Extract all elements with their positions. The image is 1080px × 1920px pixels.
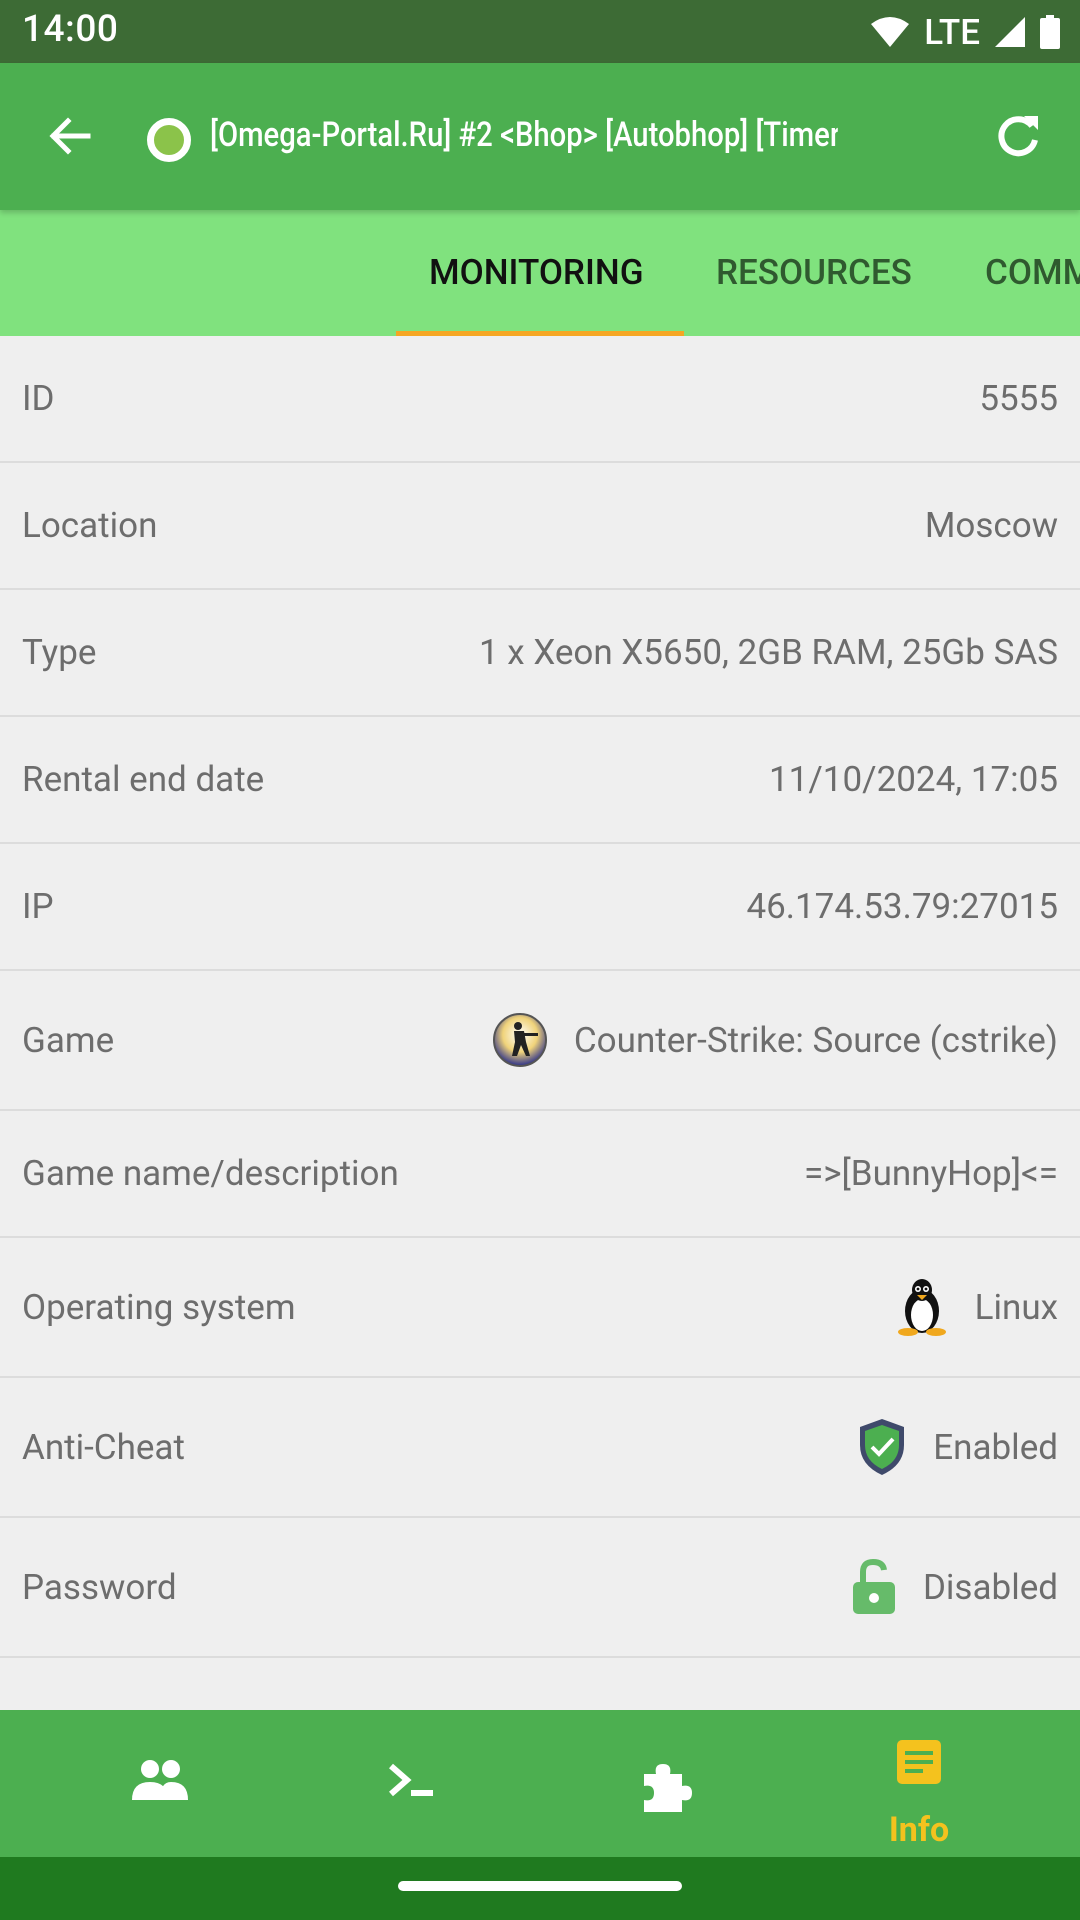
unlocked-padlock-icon xyxy=(851,1558,897,1616)
row-value: Enabled xyxy=(933,1426,1058,1468)
row-value: 1 x Xeon X5650, 2GB RAM, 25Gb SAS xyxy=(478,632,1058,673)
row-label: Location xyxy=(22,505,158,546)
tab-resources[interactable]: RESOURCES xyxy=(716,210,912,336)
info-row-operating-system: Operating system Linux xyxy=(0,1238,1080,1378)
nav-info-label: Info xyxy=(888,1810,950,1850)
nav-plugins[interactable] xyxy=(532,1710,802,1857)
back-button[interactable] xyxy=(40,106,100,166)
plugins-puzzle-icon xyxy=(638,1758,696,1820)
row-label: ID xyxy=(22,378,55,419)
row-label: Anti-Cheat xyxy=(22,1426,185,1468)
app-bar: [Omega-Portal.Ru] #2 <Bhop> [Autobhop] [… xyxy=(0,63,1080,210)
tab-bar: MONITORING RESOURCES COMMANDS xyxy=(0,210,1080,336)
row-value: Linux xyxy=(974,1286,1058,1328)
system-gesture-bar xyxy=(0,1857,1080,1920)
info-row-password: Password Disabled xyxy=(0,1518,1080,1658)
nav-console[interactable] xyxy=(278,1710,548,1857)
row-value: 11/10/2024, 17:05 xyxy=(769,759,1058,800)
row-value: =>[BunnyHop]<= xyxy=(804,1153,1058,1194)
shield-check-icon xyxy=(857,1417,907,1477)
row-value: 46.174.53.79:27015 xyxy=(746,886,1058,927)
console-icon xyxy=(385,1758,441,1806)
row-label: Operating system xyxy=(22,1286,296,1328)
row-label: Password xyxy=(22,1566,177,1608)
refresh-button[interactable] xyxy=(988,106,1048,166)
home-gesture-handle[interactable] xyxy=(398,1881,682,1891)
info-row-game-description: Game name/description =>[BunnyHop]<= xyxy=(0,1111,1080,1238)
server-online-indicator xyxy=(147,118,191,162)
row-label: Type xyxy=(22,632,97,673)
wifi-icon xyxy=(871,17,910,47)
tab-monitoring[interactable]: MONITORING xyxy=(429,210,644,336)
counter-strike-icon xyxy=(492,1012,548,1068)
row-label: IP xyxy=(22,886,54,927)
nav-info[interactable]: Info xyxy=(784,1710,1054,1857)
row-label: Game name/description xyxy=(22,1153,399,1194)
status-bar: 14:00 LTE xyxy=(0,0,1080,63)
refresh-icon xyxy=(998,116,1038,157)
info-row-anti-cheat: Anti-Cheat Enabled xyxy=(0,1378,1080,1518)
row-value: Counter-Strike: Source (cstrike) xyxy=(573,1019,1058,1061)
players-icon xyxy=(130,1758,190,1806)
info-row-ip: IP 46.174.53.79:27015 xyxy=(0,844,1080,971)
info-row-game: Game Counter-Strike: Source (cstrike) xyxy=(0,971,1080,1111)
info-row-rental-end-date: Rental end date 11/10/2024, 17:05 xyxy=(0,717,1080,844)
info-document-icon xyxy=(895,1738,943,1790)
network-type: LTE xyxy=(924,11,980,53)
linux-tux-icon xyxy=(895,1277,949,1337)
status-time: 14:00 xyxy=(22,8,119,51)
server-info-list: ID 5555 Location Moscow Type 1 x Xeon X5… xyxy=(0,336,1080,1658)
info-row-type: Type 1 x Xeon X5650, 2GB RAM, 25Gb SAS xyxy=(0,590,1080,717)
row-value: Moscow xyxy=(924,505,1058,546)
battery-icon xyxy=(1040,15,1060,49)
tab-commands[interactable]: COMMANDS xyxy=(985,210,1080,336)
row-label: Rental end date xyxy=(22,759,265,800)
cell-signal-icon xyxy=(995,17,1025,47)
server-title: [Omega-Portal.Ru] #2 <Bhop> [Autobhop] [… xyxy=(210,115,838,155)
status-icons: LTE xyxy=(870,10,1060,54)
row-label: Game xyxy=(22,1019,115,1061)
bottom-navigation: Info xyxy=(0,1710,1080,1857)
row-value: Disabled xyxy=(922,1566,1058,1608)
row-value: 5555 xyxy=(979,378,1058,419)
nav-players[interactable] xyxy=(25,1710,295,1857)
arrow-back-icon xyxy=(49,117,91,155)
info-row-id: ID 5555 xyxy=(0,336,1080,463)
info-row-location: Location Moscow xyxy=(0,463,1080,590)
